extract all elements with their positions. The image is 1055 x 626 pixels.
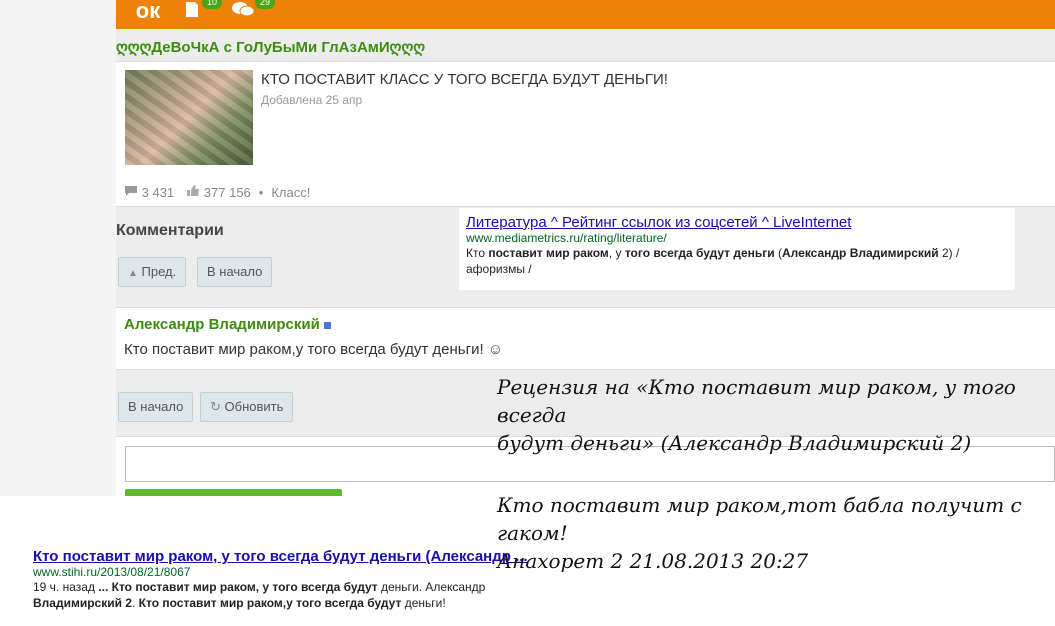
ok-logo-icon[interactable]: ок (129, 0, 167, 29)
review-line-1: Рецензия на «Кто поставит мир раком, у т… (497, 375, 1016, 427)
top-bar: ок 10 29 (116, 0, 1055, 29)
refresh-button-label: Обновить (224, 399, 284, 414)
post-card: КТО ПОСТАВИТ КЛАСС У ТОГО ВСЕГДА БУДУТ Д… (116, 61, 1055, 207)
search-result-top-snippet: Кто поставит мир раком, у того всегда бу… (466, 246, 960, 276)
post-title: КТО ПОСТАВИТ КЛАСС У ТОГО ВСЕГДА БУДУТ Д… (261, 71, 668, 88)
refresh-icon: ↻ (210, 399, 221, 414)
messages-icon[interactable]: 29 (231, 0, 276, 22)
search-result-top-url: www.mediametrics.ru/rating/literature/ (466, 231, 667, 245)
messages-badge: 29 (255, 0, 276, 9)
handwritten-reply: Кто поставит мир раком,тот бабла получит… (497, 491, 1055, 575)
separator-dot: • (258, 184, 264, 200)
comments-counter[interactable]: 3 431 (124, 185, 174, 200)
comment-text: Кто поставит мир раком,у того всегда буд… (124, 341, 504, 358)
post-author-link[interactable]: ღღღДеВоЧкА с ГоЛуБыМи ГлАзАмИღღღ (116, 38, 425, 56)
online-status-icon (323, 321, 331, 329)
notifications-badge: 10 (202, 0, 223, 9)
post-stats: 3 431 377 156 • Класс! (124, 184, 310, 200)
handwritten-review: Рецензия на «Кто поставит мир раком, у т… (497, 373, 1055, 457)
start-button[interactable]: В начало (197, 257, 273, 287)
up-arrow-icon: ▲ (128, 268, 138, 279)
comment-item: Александр Владимирский Кто поставит мир … (116, 307, 1055, 370)
reply-line-2: Анахорет 2 21.08.2013 20:27 (497, 549, 809, 573)
search-result-top-title[interactable]: Литература ^ Рейтинг ссылок из соцсетей … (466, 214, 1008, 231)
thumbs-up-icon (187, 185, 200, 196)
search-result-bottom-snippet: 19 ч. назад ... Кто поставит мир раком, … (33, 580, 486, 610)
search-result-top: Литература ^ Рейтинг ссылок из соцсетей … (459, 208, 1015, 290)
review-line-2: будут деньги» (Александр Владимирский 2) (497, 431, 972, 455)
likes-counter[interactable]: 377 156 (186, 184, 251, 200)
reply-line-1: Кто поставит мир раком,тот бабла получит… (497, 493, 1022, 545)
refresh-button[interactable]: ↻ Обновить (200, 392, 294, 422)
comments-title: Комментарии (116, 222, 224, 239)
post-image[interactable] (125, 70, 253, 165)
prev-button[interactable]: ▲ Пред. (118, 257, 187, 287)
comment-icon (125, 185, 137, 196)
class-button[interactable]: Класс! (271, 185, 310, 200)
comment-author[interactable]: Александр Владимирский (124, 316, 331, 333)
comments-count: 3 431 (141, 184, 175, 200)
prev-button-label: Пред. (141, 264, 177, 279)
notifications-icon[interactable]: 10 (182, 0, 223, 22)
likes-count: 377 156 (203, 185, 251, 200)
start-button-bottom[interactable]: В начало (118, 392, 194, 422)
post-date: Добавлена 25 апр (261, 93, 363, 107)
comment-author-name: Александр Владимирский (124, 316, 320, 333)
